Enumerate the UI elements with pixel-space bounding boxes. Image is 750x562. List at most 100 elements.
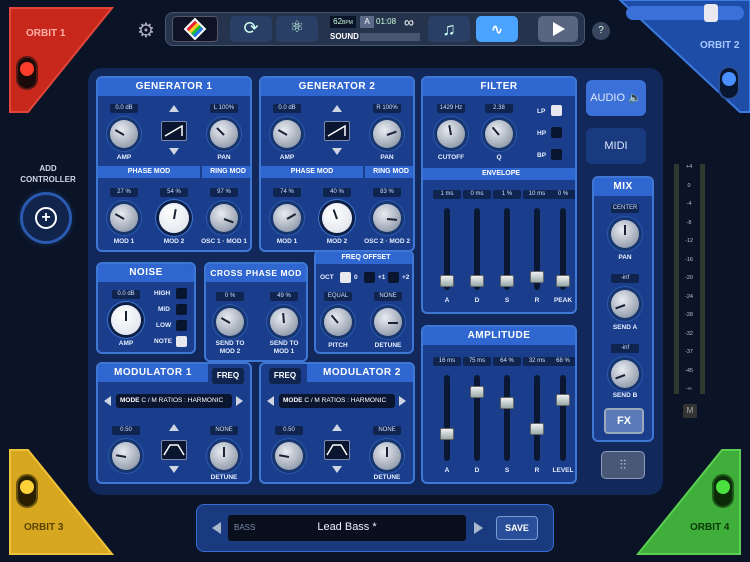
loop-button[interactable]: ⟳: [230, 16, 272, 42]
amplitude-fader-handle[interactable]: [440, 428, 454, 441]
orbit-3-toggle[interactable]: [16, 474, 38, 508]
gen1-wave-down-arrow[interactable]: [169, 148, 179, 155]
mod1-trapezoid-wave-icon[interactable]: [161, 440, 187, 460]
gen2-mod2-knob[interactable]: [322, 203, 352, 233]
mod2-mode-display[interactable]: MODE C / M RATIOS : HARMONIC: [279, 394, 395, 408]
mod1-wave-up-arrow[interactable]: [169, 424, 179, 431]
amplitude-fader-handle[interactable]: [500, 397, 514, 410]
octave-plus1-switch[interactable]: [364, 272, 375, 283]
filter-q-knob[interactable]: [485, 120, 513, 148]
mod1-wave-down-arrow[interactable]: [169, 466, 179, 473]
filter-fader-handle[interactable]: [530, 271, 544, 283]
mod2-mode-right-arrow[interactable]: [399, 396, 406, 406]
amplitude-fader-2[interactable]: [500, 375, 514, 461]
mod2-mode-left-arrow[interactable]: [267, 396, 274, 406]
save-button[interactable]: SAVE: [496, 516, 538, 540]
cpm-send-mod1-knob[interactable]: [270, 308, 298, 336]
filter-bp-switch[interactable]: [551, 149, 562, 160]
amplitude-fader-handle[interactable]: [470, 386, 484, 399]
mod1-mode-display[interactable]: MODE C / M RATIOS : HARMONIC: [116, 394, 232, 408]
mod1-ratio-knob[interactable]: [112, 442, 140, 470]
filter-lp-label: LP: [537, 108, 546, 115]
gen2-amp-knob[interactable]: [273, 120, 301, 148]
pitch-knob[interactable]: [324, 308, 352, 336]
mod1-mode-left-arrow[interactable]: [104, 396, 111, 406]
gen1-osc-knob[interactable]: [210, 204, 238, 232]
gen2-wave-down-arrow[interactable]: [332, 148, 342, 155]
tab-midi[interactable]: MIDI: [586, 128, 646, 164]
gen1-mod2-knob[interactable]: [159, 203, 189, 233]
gen2-mod1-knob[interactable]: [273, 204, 301, 232]
mixer-settings-button[interactable]: ⫶⫶: [601, 451, 645, 479]
mod2-freq-button[interactable]: FREQ: [269, 368, 301, 384]
filter-fader-0[interactable]: [440, 208, 454, 290]
orbit-2-slider[interactable]: [626, 4, 744, 22]
filter-fader-4[interactable]: [556, 208, 570, 290]
mod2-detune-knob[interactable]: [373, 442, 401, 470]
gen2-osc-knob[interactable]: [373, 204, 401, 232]
noise-note-switch[interactable]: [176, 336, 187, 347]
gen1-pan-knob[interactable]: [210, 120, 238, 148]
orbit-4-toggle[interactable]: [712, 474, 734, 508]
help-button[interactable]: ?: [592, 22, 610, 40]
amplitude-fader-handle[interactable]: [530, 423, 544, 436]
mod1-mode-right-arrow[interactable]: [236, 396, 243, 406]
octave-plus2-switch[interactable]: [388, 272, 399, 283]
noise-mid-switch[interactable]: [176, 304, 187, 315]
mod2-wave-down-arrow[interactable]: [332, 466, 342, 473]
filter-fader-3[interactable]: [530, 208, 544, 290]
atom-button[interactable]: ⚛: [276, 16, 318, 42]
amplitude-fader-handle[interactable]: [556, 393, 570, 406]
noise-low-switch[interactable]: [176, 320, 187, 331]
amplitude-fader-0[interactable]: [440, 375, 454, 461]
filter-fader-handle[interactable]: [470, 274, 484, 287]
preset-next-arrow[interactable]: [474, 522, 483, 534]
filter-hp-switch[interactable]: [551, 127, 562, 138]
gen2-pan-knob[interactable]: [373, 120, 401, 148]
meter-mono-button[interactable]: M: [683, 404, 697, 418]
filter-fader-2[interactable]: [500, 208, 514, 290]
filter-fader-handle[interactable]: [556, 274, 570, 287]
amplitude-fader-4[interactable]: [556, 375, 570, 461]
gen1-wave-up-arrow[interactable]: [169, 105, 179, 112]
mod1-detune-knob[interactable]: [210, 442, 238, 470]
gen2-wave-up-arrow[interactable]: [332, 105, 342, 112]
filter-cutoff-knob[interactable]: [437, 120, 465, 148]
key-display[interactable]: A: [360, 16, 374, 28]
bpm-display[interactable]: 62BPM: [330, 16, 356, 28]
play-button[interactable]: [538, 16, 578, 42]
orbit-1-toggle[interactable]: [16, 56, 38, 90]
mix-pan-knob[interactable]: [611, 220, 639, 248]
mod2-trapezoid-wave-icon[interactable]: [324, 440, 350, 460]
freq-detune-knob[interactable]: [374, 308, 402, 336]
amplitude-fader-3[interactable]: [530, 375, 544, 461]
music-note-button[interactable]: ♫: [428, 16, 470, 42]
preset-prev-arrow[interactable]: [212, 522, 221, 534]
generator-mode-button[interactable]: [172, 16, 218, 42]
filter-fader-handle[interactable]: [500, 274, 514, 287]
noise-high-switch[interactable]: [176, 288, 187, 299]
tab-audio[interactable]: AUDIO 🔈: [586, 80, 646, 116]
mod1-freq-button[interactable]: FREQ: [212, 368, 244, 384]
gen2-saw-wave-icon[interactable]: [324, 121, 350, 141]
filter-fader-1[interactable]: [470, 208, 484, 290]
add-controller-button[interactable]: +: [20, 192, 72, 244]
cpm-send-mod2-knob[interactable]: [216, 308, 244, 336]
amplitude-fader-1[interactable]: [470, 375, 484, 461]
filter-fader-handle[interactable]: [440, 274, 454, 287]
infinity-icon[interactable]: ∞: [404, 14, 414, 30]
mix-send-a-knob[interactable]: [611, 290, 639, 318]
mod2-wave-up-arrow[interactable]: [332, 424, 342, 431]
gear-icon[interactable]: ⚙: [137, 18, 155, 43]
octave-0-switch[interactable]: [340, 272, 351, 283]
mix-send-b-knob[interactable]: [611, 360, 639, 388]
mod2-ratio-knob[interactable]: [275, 442, 303, 470]
gen1-mod1-knob[interactable]: [110, 204, 138, 232]
gen1-amp-knob[interactable]: [110, 120, 138, 148]
waveform-button[interactable]: ∿: [476, 16, 518, 42]
filter-lp-switch[interactable]: [551, 105, 562, 116]
orbit-2-toggle[interactable]: [718, 66, 740, 100]
gen1-saw-wave-icon[interactable]: [161, 121, 187, 141]
noise-amp-knob[interactable]: [111, 305, 141, 335]
fx-button[interactable]: FX: [604, 408, 644, 434]
